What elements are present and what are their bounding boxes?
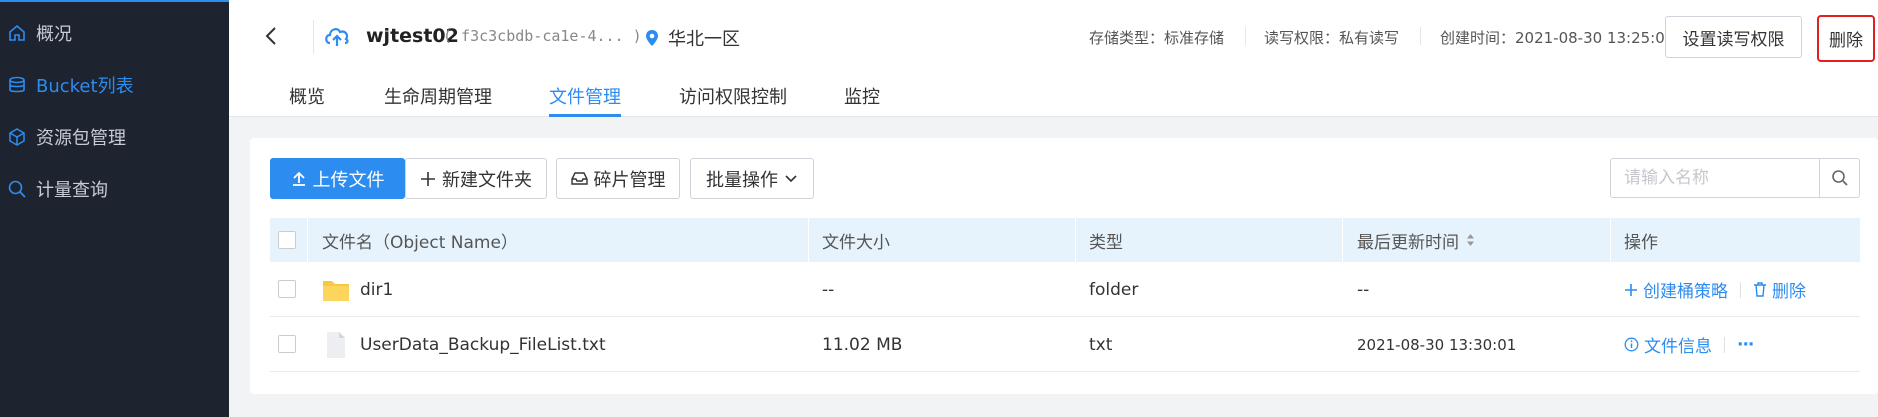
- upload-file-label: 上传文件: [312, 169, 385, 191]
- create-bucket-policy-label: 创建桶策略: [1643, 282, 1728, 302]
- bucket-id: ( f3c3cbdb-ca1e-4... ): [443, 27, 642, 45]
- column-divider: [1610, 218, 1611, 262]
- new-folder-label: 新建文件夹: [442, 169, 532, 191]
- batch-operations-label: 批量操作: [706, 169, 778, 191]
- divider: [1724, 336, 1725, 353]
- column-header-updated[interactable]: 最后更新时间: [1357, 218, 1475, 262]
- plus-icon: [420, 171, 436, 187]
- sidebar-item-label: 资源包管理: [36, 128, 126, 149]
- table-row: dir1 -- folder -- 创建桶策略 删除: [270, 262, 1860, 317]
- delete-bucket-button[interactable]: 删除: [1817, 15, 1875, 62]
- region: 华北一区: [644, 25, 740, 51]
- column-header-name: 文件名（Object Name）: [322, 232, 518, 253]
- table-header: 文件名（Object Name） 文件大小 类型 最后更新时间 操作: [270, 218, 1860, 262]
- location-pin-icon: [646, 30, 658, 46]
- fragment-management-label: 碎片管理: [593, 169, 666, 191]
- new-folder-button[interactable]: 新建文件夹: [405, 158, 547, 199]
- delete-folder-label: 删除: [1772, 282, 1806, 302]
- fragment-management-button[interactable]: 碎片管理: [556, 158, 680, 199]
- column-divider: [1075, 218, 1076, 262]
- file-type: txt: [1089, 334, 1113, 355]
- search-input[interactable]: [1611, 159, 1819, 197]
- upload-file-button[interactable]: 上传文件: [270, 158, 405, 199]
- cloud-upload-icon: [325, 28, 349, 46]
- divider: [1245, 27, 1246, 45]
- column-header-type: 类型: [1089, 232, 1123, 253]
- column-divider: [1342, 218, 1343, 262]
- tab-file-management[interactable]: 文件管理: [549, 83, 621, 109]
- home-icon: [6, 22, 28, 44]
- file-size: 11.02 MB: [822, 334, 903, 355]
- file-icon: [327, 331, 345, 358]
- file-manager-panel: 上传文件 新建文件夹 碎片管理 批量操作 文件名（Object Name） 文件…: [250, 138, 1878, 394]
- region-label: 华北一区: [668, 29, 740, 50]
- chevron-down-icon: [784, 174, 798, 184]
- column-divider: [307, 218, 308, 262]
- column-divider: [808, 218, 809, 262]
- plus-icon: [1624, 283, 1638, 297]
- sidebar-item-label: Bucket列表: [36, 76, 134, 97]
- sidebar-item-bucket-list[interactable]: Bucket列表: [0, 65, 229, 105]
- active-tab-indicator: [549, 114, 621, 117]
- file-size: --: [822, 279, 835, 300]
- column-header-updated-label: 最后更新时间: [1357, 232, 1459, 253]
- search-icon: [1831, 170, 1848, 186]
- tab-monitoring[interactable]: 监控: [844, 83, 880, 109]
- file-name-cell[interactable]: dir1: [322, 262, 393, 317]
- back-button[interactable]: [259, 24, 283, 48]
- divider: [313, 20, 314, 54]
- search-icon: [6, 178, 28, 200]
- file-name-cell[interactable]: UserData_Backup_FileList.txt: [322, 317, 606, 372]
- file-info-label: 文件信息: [1644, 337, 1712, 357]
- file-info-link[interactable]: 文件信息: [1624, 332, 1712, 357]
- delete-folder-link[interactable]: 删除: [1753, 277, 1806, 302]
- file-type: folder: [1089, 279, 1139, 300]
- file-name: dir1: [360, 279, 394, 300]
- sidebar-item-resource-package[interactable]: 资源包管理: [0, 117, 229, 157]
- select-all-checkbox[interactable]: [278, 231, 296, 249]
- upload-icon: [291, 171, 307, 187]
- sidebar-item-metering[interactable]: 计量查询: [0, 169, 229, 209]
- table-row: UserData_Backup_FileList.txt 11.02 MB tx…: [270, 317, 1860, 372]
- sidebar-item-label: 概况: [36, 24, 72, 45]
- divider: [1740, 281, 1741, 298]
- search-box: [1610, 158, 1860, 198]
- row-checkbox[interactable]: [278, 335, 296, 353]
- tab-access-control[interactable]: 访问权限控制: [679, 83, 787, 109]
- created-time: 创建时间：2021-08-30 13:25:05: [1440, 29, 1675, 47]
- inbox-icon: [570, 171, 588, 186]
- column-header-ops: 操作: [1624, 232, 1658, 253]
- updated-time: 2021-08-30 13:30:01: [1357, 335, 1517, 354]
- access-permission: 读写权限：私有读写: [1264, 29, 1400, 47]
- sidebar-item-overview[interactable]: 概况: [0, 13, 229, 53]
- database-icon: [6, 74, 28, 96]
- sort-icon[interactable]: [1466, 233, 1475, 247]
- set-permission-button[interactable]: 设置读写权限: [1665, 16, 1802, 58]
- chevron-left-icon: [265, 27, 276, 45]
- sidebar: 概况 Bucket列表 资源包管理 计量查询: [0, 0, 229, 417]
- folder-icon: [323, 280, 349, 301]
- sidebar-item-label: 计量查询: [36, 180, 108, 201]
- row-operations: 文件信息 ···: [1624, 317, 1754, 372]
- bucket-header: wjtest02 ( f3c3cbdb-ca1e-4... ) 华北一区 存储类…: [229, 0, 1878, 117]
- file-name: UserData_Backup_FileList.txt: [360, 334, 606, 355]
- info-icon: [1624, 337, 1639, 352]
- create-bucket-policy-link[interactable]: 创建桶策略: [1624, 277, 1728, 302]
- tab-overview[interactable]: 概览: [289, 83, 325, 109]
- row-operations: 创建桶策略 删除: [1624, 262, 1806, 317]
- divider: [1420, 27, 1421, 45]
- trash-icon: [1753, 282, 1767, 297]
- more-actions-icon[interactable]: ···: [1737, 335, 1754, 355]
- row-checkbox[interactable]: [278, 280, 296, 298]
- column-header-size: 文件大小: [822, 232, 890, 253]
- tab-bar: 概览 生命周期管理 文件管理 访问权限控制 监控: [229, 80, 1229, 117]
- batch-operations-dropdown[interactable]: 批量操作: [690, 158, 814, 199]
- cube-icon: [6, 126, 28, 148]
- storage-type: 存储类型：标准存储: [1089, 29, 1225, 47]
- updated-time: --: [1357, 279, 1370, 300]
- search-button[interactable]: [1819, 159, 1859, 197]
- tab-lifecycle[interactable]: 生命周期管理: [384, 83, 492, 109]
